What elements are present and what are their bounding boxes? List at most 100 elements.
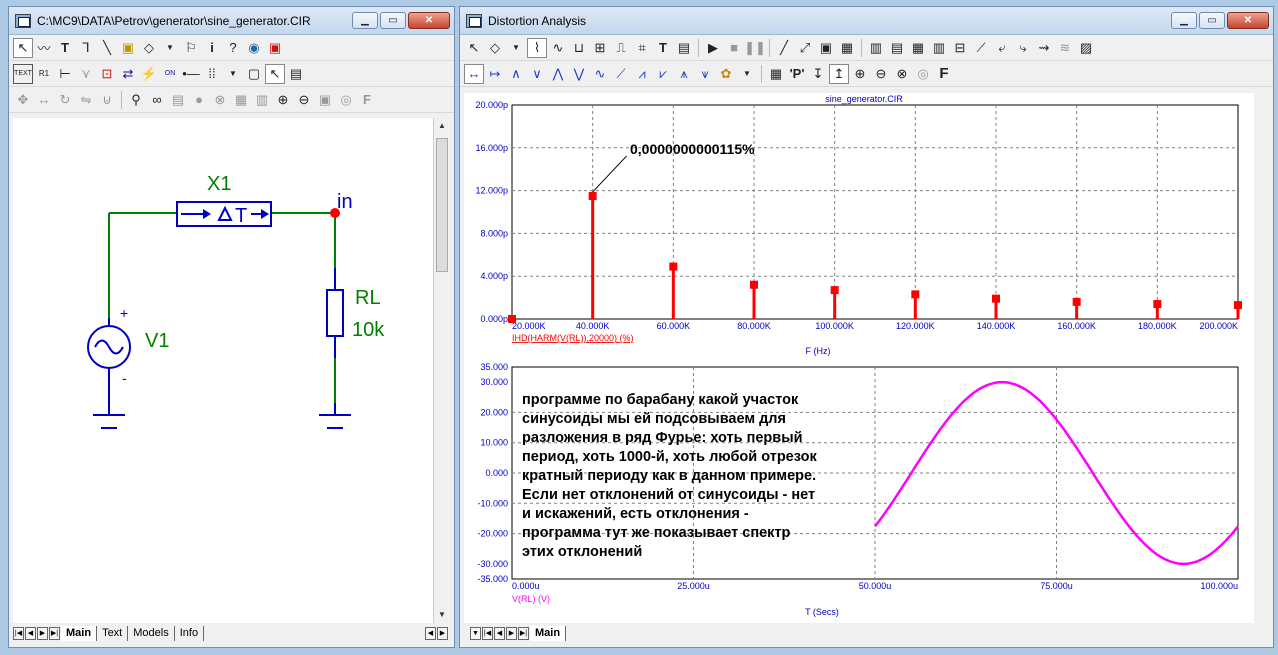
probe-icon[interactable]: ⊡ bbox=[97, 64, 117, 84]
global-low-icon[interactable]: ⩗ bbox=[653, 64, 673, 84]
dropdown-arrow-icon[interactable]: ▼ bbox=[160, 38, 180, 58]
color-icon[interactable]: ✿ bbox=[716, 64, 736, 84]
select-mode-icon[interactable]: ↖ bbox=[13, 37, 33, 58]
flip-icon[interactable]: ↔ bbox=[34, 90, 54, 110]
analysis-properties-icon[interactable]: ▤ bbox=[674, 38, 694, 58]
component-icon[interactable]: ▣ bbox=[265, 38, 285, 58]
voltage-icon[interactable]: ⚡ bbox=[139, 64, 159, 84]
table-icon[interactable]: ▦ bbox=[766, 64, 786, 84]
analysis-zoom-in-icon[interactable]: ⊕ bbox=[850, 64, 870, 84]
analysis-text-icon[interactable]: T bbox=[653, 38, 673, 58]
valley-find-icon[interactable]: ∨ bbox=[527, 64, 547, 84]
pause-icon[interactable]: ❚❚ bbox=[744, 38, 766, 58]
page-icon[interactable]: ▤ bbox=[168, 90, 188, 110]
fine-grid-icon[interactable]: ▦ bbox=[908, 38, 928, 58]
peak-find-icon[interactable]: ∧ bbox=[506, 64, 526, 84]
global-high-icon[interactable]: ⩘ bbox=[632, 64, 652, 84]
analysis-maximize-button[interactable]: ▭ bbox=[1199, 12, 1225, 29]
analysis-zoom-out-icon[interactable]: ⊖ bbox=[871, 64, 891, 84]
move-icon[interactable]: ✥ bbox=[13, 90, 33, 110]
pin-connection-icon[interactable]: •— bbox=[181, 64, 201, 84]
border-icon[interactable]: ▢ bbox=[244, 64, 264, 84]
attribute-icon[interactable]: R1 bbox=[34, 64, 54, 84]
waveform-icon[interactable]: ∿ bbox=[548, 38, 568, 58]
tag-icon[interactable]: ⊔ bbox=[569, 38, 589, 58]
close-button[interactable]: ✕ bbox=[408, 12, 450, 29]
probe-p-icon[interactable]: 'P' bbox=[787, 64, 807, 84]
tab-info[interactable]: Info bbox=[175, 625, 205, 641]
cursor-right-icon[interactable]: ⤷ bbox=[1013, 38, 1033, 58]
cursor-mode-icon-2[interactable]: ↔ bbox=[464, 63, 484, 84]
pin-dim-icon[interactable]: ⊍ bbox=[97, 90, 117, 110]
analysis-shapes-icon[interactable]: ◇ bbox=[485, 38, 505, 58]
next-peak-icon[interactable]: ⇝ bbox=[1034, 38, 1054, 58]
zoom-fit-icon[interactable]: ⊗ bbox=[892, 64, 912, 84]
group-icon[interactable]: ▦ bbox=[231, 90, 251, 110]
camera-icon[interactable]: ▣ bbox=[315, 90, 335, 110]
analysis-titlebar[interactable]: Distortion Analysis ▁ ▭ ✕ bbox=[460, 7, 1273, 35]
horizontal-grid-icon[interactable]: ▤ bbox=[887, 38, 907, 58]
low-icon[interactable]: ⋁ bbox=[569, 64, 589, 84]
nav-prev-icon[interactable]: ◀ bbox=[25, 626, 36, 640]
text-mode-icon[interactable]: TEXT bbox=[13, 63, 33, 84]
globe-icon[interactable]: ◉ bbox=[244, 38, 264, 58]
nav-first-icon[interactable]: |◀ bbox=[13, 626, 24, 640]
orthogonal-wire-icon[interactable]: ⅂ bbox=[76, 38, 96, 58]
wave-dim-icon[interactable]: ≋ bbox=[1055, 38, 1075, 58]
stop-icon[interactable]: ● bbox=[189, 90, 209, 110]
high-icon[interactable]: ⋀ bbox=[548, 64, 568, 84]
ungroup-icon[interactable]: ▥ bbox=[252, 90, 272, 110]
analysis-minimize-button[interactable]: ▁ bbox=[1171, 12, 1197, 29]
minor-grid-icon[interactable]: ▥ bbox=[929, 38, 949, 58]
diagonal-wire-icon[interactable]: ╲ bbox=[97, 38, 117, 58]
data-points-icon[interactable]: ⊞ bbox=[590, 38, 610, 58]
plot-canvas[interactable]: sine_generator.CIR 0.000p 4.000p 8.000p 12.… bbox=[464, 93, 1254, 623]
scroll-thumb[interactable] bbox=[436, 138, 448, 272]
tab-models[interactable]: Models bbox=[128, 625, 175, 641]
analysis-tab-main[interactable]: Main bbox=[530, 625, 567, 641]
info-icon[interactable]: i bbox=[202, 38, 222, 58]
cursor-step-icon[interactable]: ↦ bbox=[485, 64, 505, 84]
cancel-icon[interactable]: ⊗ bbox=[210, 90, 230, 110]
font-icon[interactable]: F bbox=[357, 90, 377, 110]
analysis-select-icon[interactable]: ↖ bbox=[464, 38, 484, 58]
tag-right-icon[interactable]: ↥ bbox=[829, 63, 849, 84]
analysis-nav-next-icon[interactable]: ▶ bbox=[506, 626, 517, 640]
tag-left-icon[interactable]: ↧ bbox=[808, 64, 828, 84]
bottom-icon[interactable]: ⩛ bbox=[695, 64, 715, 84]
chart-window-icon[interactable]: ▨ bbox=[1076, 38, 1096, 58]
find-icon[interactable]: ⚲ bbox=[126, 90, 146, 110]
top-icon[interactable]: ⩚ bbox=[674, 64, 694, 84]
slope-icon[interactable]: ⟋ bbox=[611, 64, 631, 84]
maximize-button[interactable]: ▭ bbox=[380, 12, 406, 29]
hscroll-left-icon[interactable]: ◀ bbox=[425, 626, 436, 640]
scroll-down-arrow-icon[interactable]: ▼ bbox=[434, 607, 450, 623]
color-dropdown-icon[interactable]: ▼ bbox=[737, 64, 757, 84]
scroll-up-arrow-icon[interactable]: ▲ bbox=[434, 118, 450, 134]
palette-icon[interactable]: ◎ bbox=[336, 90, 356, 110]
grid-toggle-icon[interactable]: ▦ bbox=[837, 38, 857, 58]
run-icon[interactable]: ▶ bbox=[703, 38, 723, 58]
zoom-out-icon[interactable]: ⊖ bbox=[294, 90, 314, 110]
frame-icon[interactable]: ▣ bbox=[816, 38, 836, 58]
zoom-in-icon[interactable]: ⊕ bbox=[273, 90, 293, 110]
text-tool-icon[interactable]: T bbox=[55, 38, 75, 58]
analysis-nav-dropdown-icon[interactable]: ▼ bbox=[470, 626, 481, 640]
analysis-nav-last-icon[interactable]: ▶| bbox=[518, 626, 529, 640]
step-icon[interactable]: ⎍ bbox=[611, 38, 631, 58]
vertical-grid-icon[interactable]: ▥ bbox=[866, 38, 886, 58]
cursor-left-icon[interactable]: ⤶ bbox=[992, 38, 1012, 58]
analysis-palette-icon[interactable]: ◎ bbox=[913, 64, 933, 84]
wire-icon[interactable]: 〰 bbox=[34, 38, 54, 58]
nav-next-icon[interactable]: ▶ bbox=[37, 626, 48, 640]
hscroll-right-icon[interactable]: ▶ bbox=[437, 626, 448, 640]
pin-icon[interactable]: ⊢ bbox=[55, 64, 75, 84]
scale-icon[interactable]: ⌇ bbox=[527, 37, 547, 58]
dropdown-arrow-icon-2[interactable]: ▼ bbox=[223, 64, 243, 84]
schematic-vscrollbar[interactable]: ▲ ▼ bbox=[433, 118, 450, 623]
shapes-icon[interactable]: ◇ bbox=[139, 38, 159, 58]
analysis-dropdown-icon[interactable]: ▼ bbox=[506, 38, 526, 58]
properties-icon[interactable]: ▤ bbox=[286, 64, 306, 84]
analysis-nav-first-icon[interactable]: |◀ bbox=[482, 626, 493, 640]
nav-last-icon[interactable]: ▶| bbox=[49, 626, 60, 640]
